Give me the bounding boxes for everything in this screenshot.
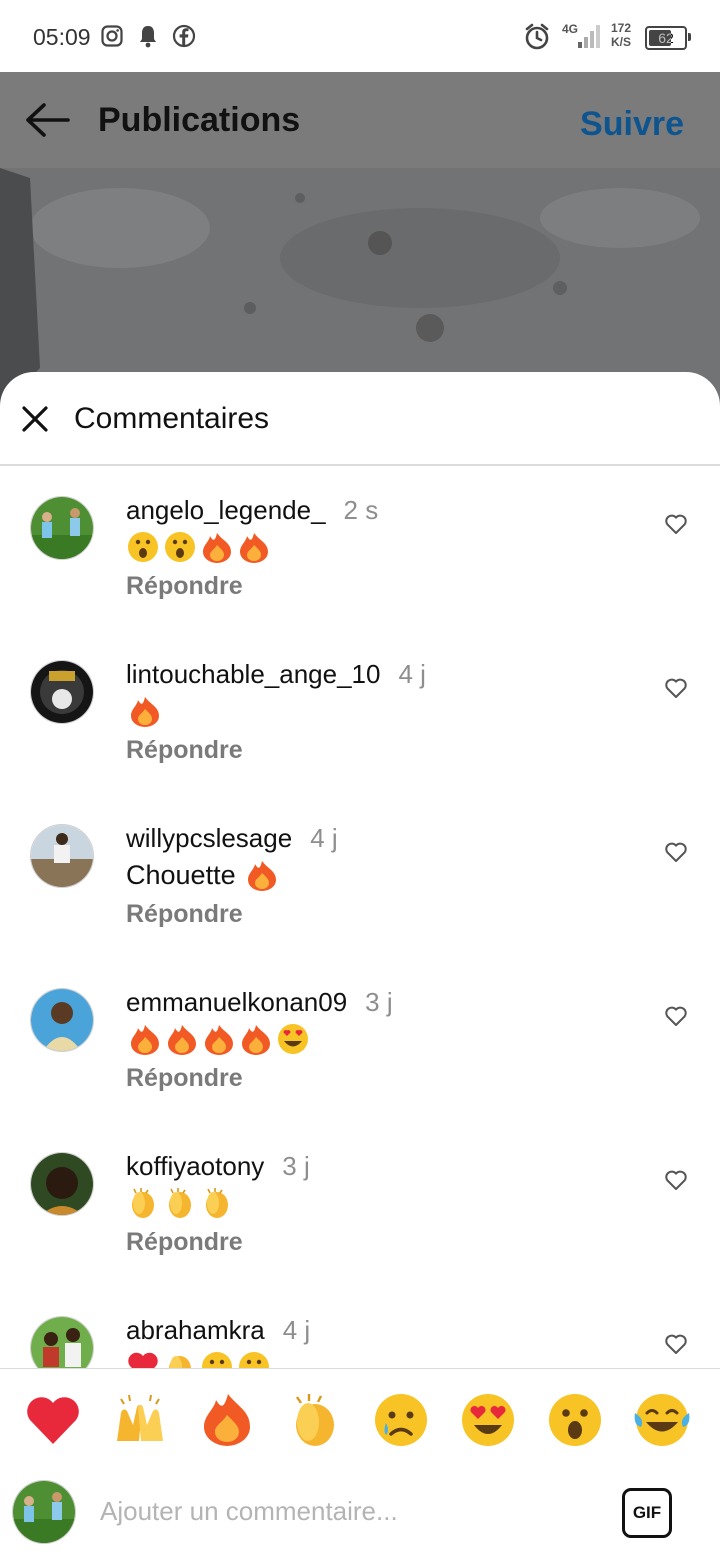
fire-emoji	[131, 697, 159, 727]
status-bar: 05:09 4G 172 K/S 62	[0, 0, 720, 72]
heart-icon[interactable]	[664, 1168, 688, 1192]
clapping-hands-emoji	[132, 1188, 154, 1218]
comment-header: abrahamkra 4 j	[126, 1315, 310, 1346]
quick-reaction-bar	[0, 1368, 720, 1466]
comment-text	[126, 694, 166, 735]
heart-icon[interactable]	[664, 1332, 688, 1356]
comment-username[interactable]: lintouchable_ange_10	[126, 659, 380, 689]
facebook-icon	[172, 24, 196, 48]
avatar[interactable]	[30, 496, 94, 560]
signal-icon	[578, 25, 600, 48]
close-icon[interactable]	[22, 406, 48, 432]
gif-button[interactable]: GIF	[622, 1488, 672, 1538]
comment-time: 4 j	[398, 659, 426, 689]
reply-button[interactable]: Répondre	[126, 1064, 243, 1093]
comment-header: angelo_legende_ 2 s	[126, 495, 378, 526]
fire-emoji	[131, 1025, 159, 1055]
clapping-hands-emoji	[206, 1188, 228, 1218]
fire-emoji	[242, 1025, 270, 1055]
status-time: 05:09	[33, 24, 91, 50]
raising-hands-icon[interactable]	[111, 1391, 169, 1449]
follow-button[interactable]: Suivre	[580, 105, 684, 144]
comment-emojis	[132, 1188, 228, 1218]
comment-username[interactable]: angelo_legende_	[126, 495, 326, 525]
heart-eyes-icon[interactable]	[459, 1391, 517, 1449]
comment-time: 2 s	[343, 495, 379, 525]
avatar[interactable]	[30, 824, 94, 888]
comment-time: 4 j	[282, 1315, 311, 1345]
comment-time: 3 j	[365, 987, 393, 1017]
reply-button[interactable]: Répondre	[126, 1228, 243, 1257]
comment-text	[126, 530, 286, 571]
fire-emoji	[168, 1025, 196, 1055]
clapping-hands-emoji	[169, 1188, 191, 1218]
comment-header: lintouchable_ange_10 4 j	[126, 659, 426, 690]
sheet-title: Commentaires	[74, 402, 270, 435]
comment-text	[126, 1186, 246, 1227]
comment-username[interactable]: abrahamkra	[126, 1315, 265, 1345]
heart-icon[interactable]	[664, 840, 688, 864]
instagram-icon	[101, 25, 123, 47]
comment-emojis	[131, 1024, 308, 1055]
page-title: Publications	[98, 101, 301, 139]
heart-icon[interactable]	[664, 676, 688, 700]
heart-eyes-emoji	[278, 1024, 308, 1054]
red-heart-icon[interactable]	[24, 1391, 82, 1449]
comment-item: willypcslesage 4 j Chouette Répondre	[0, 823, 720, 988]
avatar[interactable]	[30, 988, 94, 1052]
battery-icon: 62	[645, 26, 691, 50]
comment-composer: GIF	[0, 1465, 720, 1560]
heart-icon[interactable]	[664, 512, 688, 536]
avatar[interactable]	[30, 660, 94, 724]
fire-emoji	[205, 1025, 233, 1055]
avatar[interactable]	[30, 1152, 94, 1216]
comment-item: emmanuelkonan09 3 j Répondre	[0, 987, 720, 1152]
sheet-header: Commentaires	[0, 372, 720, 466]
comment-input[interactable]	[98, 1495, 582, 1528]
comment-header: koffiyaotony 3 j	[126, 1151, 310, 1182]
comment-item: lintouchable_ange_10 4 j Répondre	[0, 659, 720, 824]
comment-username[interactable]: willypcslesage	[126, 823, 292, 853]
sad-face-icon[interactable]	[372, 1391, 430, 1449]
clapping-hands-icon[interactable]	[285, 1391, 343, 1449]
reply-button[interactable]: Répondre	[126, 736, 243, 765]
comment-emojis	[128, 532, 268, 563]
fire-emoji	[248, 861, 277, 891]
comment-emojis	[131, 697, 159, 727]
alarm-icon	[525, 23, 549, 50]
back-arrow-icon[interactable]	[24, 100, 72, 140]
face-with-open-mouth-emoji	[165, 532, 195, 562]
comment-header: emmanuelkonan09 3 j	[126, 987, 393, 1018]
comment-item: angelo_legende_ 2 s Répondre	[0, 495, 720, 660]
comment-text: Chouette	[126, 858, 283, 892]
comment-header: willypcslesage 4 j	[126, 823, 338, 854]
comment-emojis	[248, 861, 277, 891]
fire-icon[interactable]	[198, 1391, 256, 1449]
comment-time: 3 j	[282, 1151, 310, 1181]
reply-button[interactable]: Répondre	[126, 900, 243, 929]
comment-username[interactable]: emmanuelkonan09	[126, 987, 347, 1017]
comment-text	[126, 1022, 326, 1063]
fire-emoji	[240, 533, 268, 563]
post-header: Publications Suivre	[0, 72, 720, 168]
heart-icon[interactable]	[664, 1004, 688, 1028]
fire-emoji	[203, 533, 231, 563]
comment-username[interactable]: koffiyaotony	[126, 1151, 264, 1181]
comment-item: koffiyaotony 3 j Répondre	[0, 1151, 720, 1316]
my-avatar	[12, 1480, 76, 1544]
comment-time: 4 j	[310, 823, 338, 853]
face-with-open-mouth-icon[interactable]	[546, 1391, 604, 1449]
comment-text-content: Chouette	[126, 860, 236, 890]
reply-button[interactable]: Répondre	[126, 572, 243, 601]
bell-icon	[140, 26, 156, 48]
tears-of-joy-icon[interactable]	[633, 1391, 691, 1449]
network-speed: 172 K/S	[611, 21, 632, 49]
face-with-open-mouth-emoji	[128, 532, 158, 562]
